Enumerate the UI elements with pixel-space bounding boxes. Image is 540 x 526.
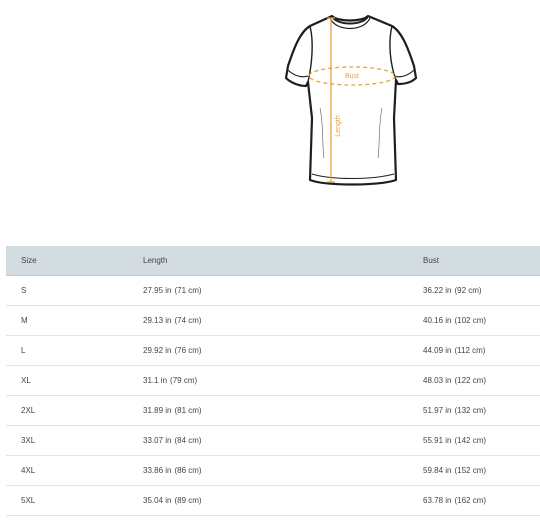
length-centimeters: (76 cm) — [174, 346, 202, 355]
length-inches: 33.86 in — [143, 466, 172, 475]
length-cell: 27.95 in (71 cm) — [128, 275, 408, 306]
size-cell: 4XL — [6, 455, 128, 486]
length-label: Length — [335, 115, 342, 137]
table-row: XL 31.1 in (79 cm) 48.03 in (122 cm) — [6, 365, 540, 396]
table-row: 2XL 31.89 in (81 cm) 51.97 in (132 cm) — [6, 395, 540, 426]
bust-cell: 36.22 in (92 cm) — [408, 275, 540, 306]
bust-cell: 40.16 in (102 cm) — [408, 305, 540, 336]
size-table-body: S 27.95 in (71 cm) 36.22 in (92 cm) M 29.13 in… — [6, 275, 540, 516]
bust-centimeters: (112 cm) — [454, 346, 486, 355]
bust-column-header: Bust — [408, 246, 540, 276]
bust-centimeters: (152 cm) — [454, 466, 487, 475]
tshirt-outline-icon: Bust Length — [284, 14, 418, 186]
bust-cell: 48.03 in (122 cm) — [408, 365, 540, 396]
bust-inches: 48.03 in — [423, 376, 452, 385]
table-row: S 27.95 in (71 cm) 36.22 in (92 cm) — [6, 275, 540, 306]
bust-inches: 51.97 in — [423, 406, 452, 415]
length-inches: 29.92 in — [143, 346, 172, 355]
bust-centimeters: (132 cm) — [454, 406, 487, 415]
bust-centimeters: (92 cm) — [454, 286, 482, 295]
bust-inches: 55.91 in — [423, 436, 452, 445]
length-cell: 33.07 in (84 cm) — [128, 425, 408, 456]
size-cell: XL — [6, 365, 128, 396]
table-row: 3XL 33.07 in (84 cm) 55.91 in (142 cm) — [6, 425, 540, 456]
bust-cell: 63.78 in (162 cm) — [408, 485, 540, 516]
length-inches: 29.13 in — [143, 316, 172, 325]
table-row: L 29.92 in (76 cm) 44.09 in (112 cm) — [6, 335, 540, 366]
size-cell: 5XL — [6, 485, 128, 516]
length-cell: 29.92 in (76 cm) — [128, 335, 408, 366]
size-chart-table: Size Length Bust S 27.95 in (71 cm) 36.22 i… — [6, 246, 540, 516]
bust-centimeters: (162 cm) — [454, 496, 487, 505]
size-cell: S — [6, 275, 128, 306]
length-cell: 31.89 in (81 cm) — [128, 395, 408, 426]
length-centimeters: (89 cm) — [174, 496, 202, 505]
length-inches: 33.07 in — [143, 436, 172, 445]
bust-cell: 44.09 in (112 cm) — [408, 335, 540, 366]
table-header-row: Size Length Bust — [6, 246, 540, 276]
size-cell: 3XL — [6, 425, 128, 456]
length-centimeters: (74 cm) — [174, 316, 202, 325]
length-cell: 35.04 in (89 cm) — [128, 485, 408, 516]
length-centimeters: (86 cm) — [174, 466, 202, 475]
length-inches: 35.04 in — [143, 496, 172, 505]
bust-label: Bust — [345, 73, 359, 80]
length-centimeters: (81 cm) — [174, 406, 202, 415]
length-cell: 33.86 in (86 cm) — [128, 455, 408, 486]
size-column-header: Size — [6, 246, 128, 276]
table-row: 4XL 33.86 in (86 cm) 59.84 in (152 cm) — [6, 455, 540, 486]
size-cell: L — [6, 335, 128, 366]
bust-cell: 55.91 in (142 cm) — [408, 425, 540, 456]
length-inches: 27.95 in — [143, 286, 172, 295]
size-cell: 2XL — [6, 395, 128, 426]
length-centimeters: (71 cm) — [174, 286, 202, 295]
bust-cell: 51.97 in (132 cm) — [408, 395, 540, 426]
bust-centimeters: (122 cm) — [454, 376, 487, 385]
length-inches: 31.89 in — [143, 406, 172, 415]
length-centimeters: (84 cm) — [174, 436, 202, 445]
bust-inches: 59.84 in — [423, 466, 452, 475]
bust-inches: 36.22 in — [423, 286, 452, 295]
length-cell: 31.1 in (79 cm) — [128, 365, 408, 396]
table-row: M 29.13 in (74 cm) 40.16 in (102 cm) — [6, 305, 540, 336]
length-inches: 31.1 in — [143, 376, 168, 385]
size-cell: M — [6, 305, 128, 336]
bust-cell: 59.84 in (152 cm) — [408, 455, 540, 486]
length-centimeters: (79 cm) — [170, 376, 198, 385]
bust-inches: 44.09 in — [423, 346, 452, 355]
tshirt-measurement-figure: Bust Length — [280, 8, 420, 193]
bust-inches: 40.16 in — [423, 316, 452, 325]
table-row: 5XL 35.04 in (89 cm) 63.78 in (162 cm) — [6, 485, 540, 516]
bust-centimeters: (102 cm) — [454, 316, 487, 325]
bust-centimeters: (142 cm) — [454, 436, 487, 445]
bust-inches: 63.78 in — [423, 496, 452, 505]
length-column-header: Length — [128, 246, 408, 276]
length-cell: 29.13 in (74 cm) — [128, 305, 408, 336]
